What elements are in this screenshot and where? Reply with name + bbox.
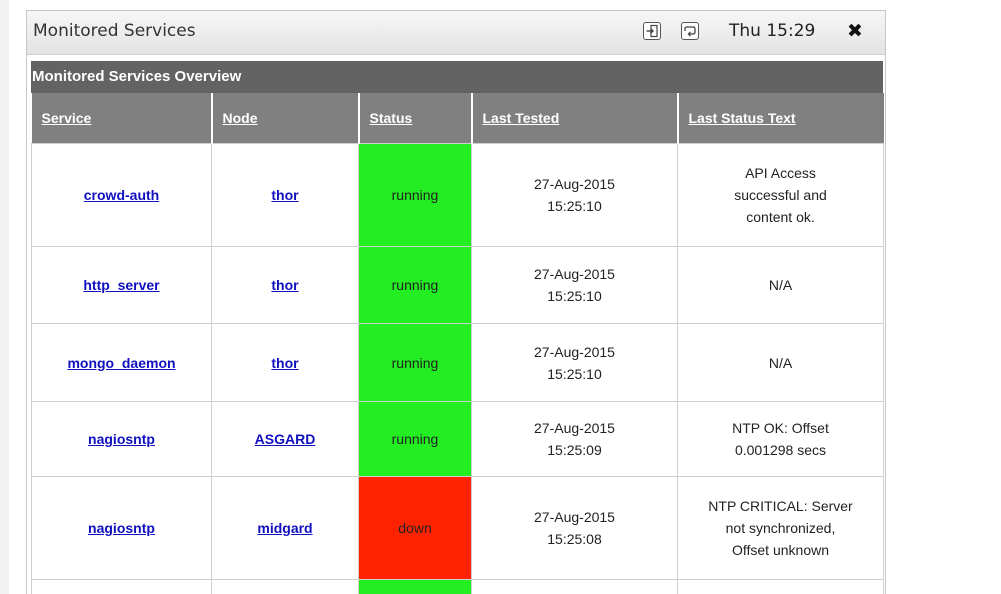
node-link[interactable]: thor (271, 187, 298, 203)
status-text-cell: NTP CRITICAL: Server not synchronized, Off… (677, 476, 884, 580)
last-tested-time: 15:25:08 (547, 531, 602, 547)
status-text-line: API Access (745, 165, 816, 181)
column-header-label[interactable]: Status (370, 110, 413, 126)
last-tested-cell: 27-Aug-2015 15:25:10 (471, 143, 678, 247)
status-text-cell: NTP OK: Offset 0.001298 secs (677, 401, 884, 477)
service-cell: http_server (31, 246, 212, 324)
last-tested-cell: 27-Aug-2015 15:25:10 (471, 246, 678, 324)
clock-time: Thu 15:29 (729, 21, 816, 41)
service-link[interactable]: http_server (83, 277, 159, 293)
services-table: Service Node Status Last Tested Last Sta… (31, 93, 884, 594)
status-text-cell: N/A (677, 246, 884, 324)
status-cell: running (358, 246, 472, 324)
table-row: mongo_daemon thor running 27-Aug-2015 15:… (31, 323, 884, 402)
last-tested-cell (471, 579, 678, 594)
status-text-line: NTP OK: Offset (732, 420, 829, 436)
node-link[interactable]: thor (271, 277, 298, 293)
status-text-line: Offset unknown (731, 542, 830, 558)
node-cell: thor (211, 143, 359, 247)
last-tested-date: 27-Aug-2015 (534, 509, 615, 525)
service-cell (31, 579, 212, 594)
monitored-services-widget: Monitored Services Thu 15:29 ✖ Monitored… (26, 10, 886, 594)
last-tested-cell: 27-Aug-2015 15:25:10 (471, 323, 678, 402)
panel-header: Monitored Services Overview (31, 61, 883, 93)
node-cell: thor (211, 246, 359, 324)
node-link[interactable]: thor (271, 355, 298, 371)
service-cell: mongo_daemon (31, 323, 212, 402)
service-link[interactable]: crowd-auth (84, 187, 159, 203)
last-tested-time: 15:25:10 (547, 365, 602, 382)
status-cell: running (358, 323, 472, 402)
table-row (31, 579, 884, 594)
last-tested-date: 27-Aug-2015 (534, 420, 615, 436)
node-link[interactable]: midgard (257, 520, 312, 536)
column-header-service[interactable]: Service (31, 93, 213, 144)
status-text-line: N/A (768, 354, 793, 371)
status-text-cell: API Access successful and content ok. (677, 143, 884, 247)
widget-titlebar: Monitored Services Thu 15:29 ✖ (27, 11, 885, 55)
status-cell: running (358, 143, 472, 247)
last-tested-time: 15:25:09 (547, 442, 602, 458)
table-row: nagiosntp ASGARD running 27-Aug-2015 15:2… (31, 401, 884, 477)
column-header-status[interactable]: Status (358, 93, 473, 144)
node-cell: ASGARD (211, 401, 359, 477)
column-header-label[interactable]: Last Tested (483, 110, 560, 126)
table-row: crowd-auth thor running 27-Aug-2015 15:25… (31, 143, 884, 247)
last-tested-time: 15:25:10 (547, 288, 602, 304)
status-text-line: 0.001298 secs (734, 442, 827, 458)
table-row: http_server thor running 27-Aug-2015 15:2… (31, 246, 884, 324)
status-text-cell: N/A (677, 323, 884, 402)
status-text-line: NTP CRITICAL: Server (708, 498, 853, 514)
widget-title: Monitored Services (33, 21, 196, 41)
status-cell (358, 579, 472, 594)
node-cell: thor (211, 323, 359, 402)
service-link[interactable]: mongo_daemon (67, 355, 175, 371)
status-text-line: not synchronized, (725, 520, 836, 536)
last-tested-cell: 27-Aug-2015 15:25:08 (471, 476, 678, 580)
refresh-icon[interactable] (681, 22, 699, 40)
column-header-label[interactable]: Node (223, 110, 258, 126)
status-text-cell (677, 579, 884, 594)
last-tested-cell: 27-Aug-2015 15:25:09 (471, 401, 678, 477)
node-link[interactable]: ASGARD (255, 431, 316, 447)
status-cell: down (358, 476, 472, 580)
export-icon[interactable] (643, 22, 661, 40)
column-header-node[interactable]: Node (211, 93, 360, 144)
status-text-line: content ok. (746, 209, 815, 225)
status-text-line: N/A (768, 277, 793, 293)
table-row: nagiosntp midgard down 27-Aug-2015 15:25:… (31, 476, 884, 580)
status-cell: running (358, 401, 472, 477)
node-cell: midgard (211, 476, 359, 580)
service-cell: nagiosntp (31, 401, 212, 477)
status-text-line: successful and (734, 187, 827, 203)
table-header-row: Service Node Status Last Tested Last Sta… (31, 93, 884, 144)
service-link[interactable]: nagiosntp (88, 431, 155, 447)
last-tested-date: 27-Aug-2015 (534, 176, 615, 192)
last-tested-date: 27-Aug-2015 (534, 343, 615, 360)
close-icon[interactable]: ✖ (847, 20, 863, 42)
node-cell (211, 579, 359, 594)
column-header-last-tested[interactable]: Last Tested (471, 93, 679, 144)
column-header-label[interactable]: Service (42, 110, 92, 126)
service-cell: crowd-auth (31, 143, 212, 247)
column-header-label[interactable]: Last Status Text (689, 110, 796, 126)
last-tested-time: 15:25:10 (547, 198, 602, 214)
service-cell: nagiosntp (31, 476, 212, 580)
last-tested-date: 27-Aug-2015 (534, 266, 615, 282)
column-header-last-status-text[interactable]: Last Status Text (677, 93, 884, 144)
service-link[interactable]: nagiosntp (88, 520, 155, 536)
